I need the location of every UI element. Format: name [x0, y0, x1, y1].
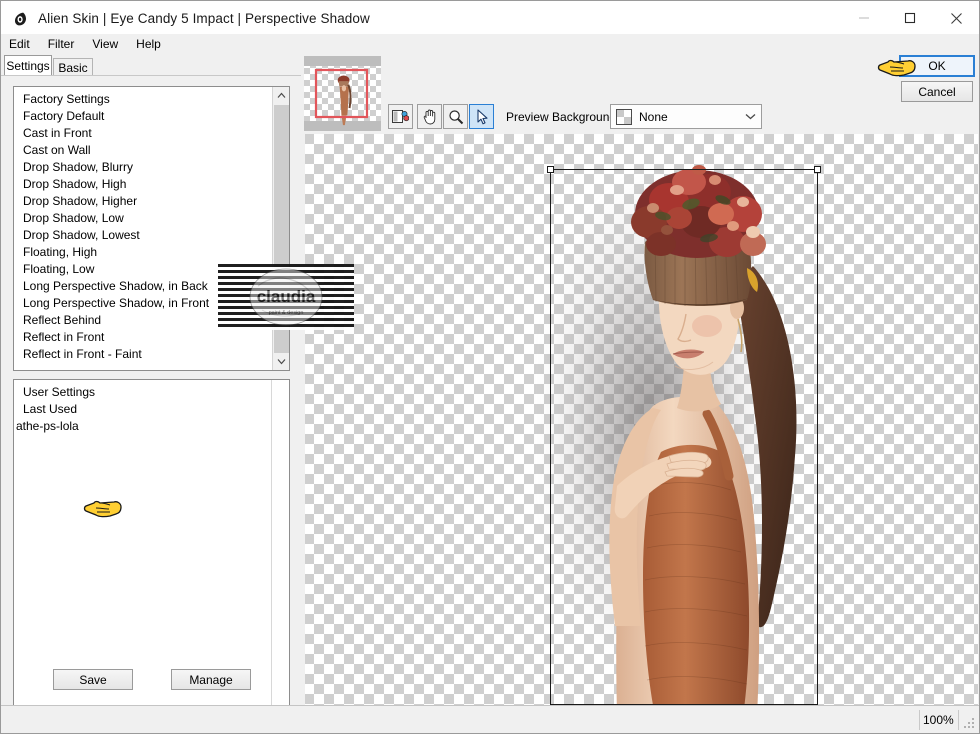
- compare-preview-icon: [392, 109, 409, 123]
- arrow-select-tool[interactable]: [469, 104, 494, 129]
- list-item[interactable]: athe-ps-lola: [14, 418, 289, 435]
- user-settings-header: User Settings: [23, 385, 96, 399]
- scrollbar-thumb[interactable]: [274, 105, 289, 353]
- list-item[interactable]: Factory Default: [14, 108, 272, 125]
- list-item[interactable]: Reflect in Front: [14, 329, 272, 346]
- arrow-select-icon: [476, 108, 488, 124]
- list-item[interactable]: Floating, Low: [14, 261, 272, 278]
- scroll-down-button[interactable]: [273, 353, 289, 370]
- list-item[interactable]: Last Used: [14, 401, 289, 418]
- tab-bar: Settings Basic: [1, 55, 301, 76]
- selected-user-setting[interactable]: athe-ps-lola: [16, 419, 79, 433]
- settings-panel: Factory Settings Factory Default Cast in…: [1, 76, 301, 733]
- list-item[interactable]: Long Perspective Shadow, in Back: [14, 278, 272, 295]
- scroll-up-button[interactable]: [273, 87, 289, 104]
- minimize-button[interactable]: [841, 1, 887, 35]
- magnifier-zoom-icon: [448, 109, 463, 124]
- preview-background-value: None: [639, 109, 668, 124]
- selection-handle-top-right[interactable]: [814, 166, 821, 173]
- list-item[interactable]: Drop Shadow, Higher: [14, 193, 272, 210]
- factory-settings-items: Factory Settings Factory Default Cast in…: [14, 87, 272, 363]
- maximize-icon: [904, 12, 916, 24]
- chevron-down-icon: [745, 114, 755, 120]
- factory-list-scrollbar[interactable]: [272, 87, 289, 370]
- selection-rectangle[interactable]: [547, 166, 821, 705]
- hand-pan-tool[interactable]: [417, 104, 442, 129]
- panel-button-row: Save Manage: [1, 669, 301, 699]
- status-separator: [919, 710, 920, 730]
- menu-item-filter[interactable]: Filter: [39, 35, 84, 53]
- window-title: Alien Skin | Eye Candy 5 Impact | Perspe…: [38, 11, 370, 26]
- chevron-down-icon: [277, 359, 286, 365]
- hand-pan-icon: [423, 109, 435, 125]
- menu-item-view[interactable]: View: [83, 35, 127, 53]
- title-bar: Alien Skin | Eye Candy 5 Impact | Perspe…: [1, 1, 979, 36]
- preview-background-select[interactable]: None: [610, 104, 762, 129]
- close-button[interactable]: [933, 1, 979, 35]
- canvas-left-gutter: [301, 134, 305, 705]
- list-item[interactable]: Drop Shadow, Lowest: [14, 227, 272, 244]
- compare-preview-tool[interactable]: [388, 104, 413, 129]
- menu-item-edit[interactable]: Edit: [1, 35, 39, 53]
- list-item[interactable]: Drop Shadow, Low: [14, 210, 272, 227]
- selection-handle-top-left[interactable]: [547, 166, 554, 173]
- minimize-icon: [859, 17, 869, 19]
- cancel-button[interactable]: Cancel: [901, 81, 973, 102]
- save-button[interactable]: Save: [53, 669, 133, 690]
- list-item[interactable]: Cast in Front: [14, 125, 272, 142]
- dropdown-caret[interactable]: [739, 113, 761, 120]
- list-item[interactable]: Drop Shadow, High: [14, 176, 272, 193]
- menu-item-help[interactable]: Help: [127, 35, 170, 53]
- resize-grip-icon[interactable]: [963, 717, 975, 729]
- maximize-button[interactable]: [887, 1, 933, 35]
- list-item[interactable]: Reflect Behind: [14, 312, 272, 329]
- factory-settings-header: Factory Settings: [23, 92, 110, 106]
- list-item[interactable]: Floating, High: [14, 244, 272, 261]
- status-separator-2: [958, 710, 959, 730]
- list-item[interactable]: Long Perspective Shadow, in Front: [14, 295, 272, 312]
- magnifier-zoom-tool[interactable]: [443, 104, 468, 129]
- preview-background-label: Preview Background:: [506, 110, 620, 124]
- tab-basic[interactable]: Basic: [53, 58, 93, 76]
- list-item[interactable]: Reflect in Front - Faint: [14, 346, 272, 363]
- preview-navigator-thumbnail[interactable]: [304, 56, 381, 131]
- tab-settings[interactable]: Settings: [4, 55, 52, 76]
- factory-settings-list[interactable]: Factory Settings Factory Default Cast in…: [13, 86, 290, 371]
- chevron-up-icon: [277, 92, 286, 98]
- ok-button[interactable]: OK: [899, 55, 975, 77]
- app-icon: [14, 12, 27, 25]
- manage-button[interactable]: Manage: [171, 669, 251, 690]
- preview-toolbar: Preview Background: None: [301, 35, 979, 134]
- close-icon: [950, 12, 962, 24]
- zoom-level-indicator: 100%: [923, 712, 954, 727]
- user-settings-items: User Settings Last Used athe-ps-lola: [14, 380, 289, 435]
- list-item[interactable]: Drop Shadow, Blurry: [14, 159, 272, 176]
- status-bar: 100%: [1, 705, 979, 733]
- preview-canvas[interactable]: [304, 134, 978, 705]
- checkerboard-swatch-icon: [616, 108, 632, 125]
- application-window: Alien Skin | Eye Candy 5 Impact | Perspe…: [0, 0, 980, 734]
- list-item[interactable]: Cast on Wall: [14, 142, 272, 159]
- window-controls: [841, 1, 979, 35]
